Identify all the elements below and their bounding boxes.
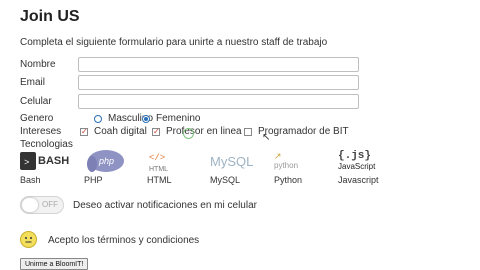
php-elephant-icon: php — [84, 148, 138, 174]
radio-femenino[interactable] — [142, 114, 150, 123]
tech-python[interactable]: ↗ python Python — [274, 148, 328, 186]
tech-name: MySQL — [210, 175, 241, 185]
cursor-highlight — [183, 128, 194, 139]
genero-label: Genero — [20, 113, 54, 124]
tech-logo-text: HTML — [149, 166, 168, 173]
notificaciones-label: Deseo activar notificaciones en mi celul… — [73, 200, 257, 211]
checkbox-coach-digital[interactable] — [80, 127, 88, 136]
nombre-label: Nombre — [20, 59, 56, 70]
python-icon: ↗ python — [274, 151, 299, 171]
genero-option-label: Femenino — [156, 113, 201, 124]
tech-logo-text: {.js} — [338, 150, 372, 162]
page-title: Join US — [20, 8, 80, 25]
tech-logo-text: php — [98, 156, 114, 166]
intereses-label: Intereses — [20, 126, 62, 137]
submit-button[interactable]: Unirme a BloomIT! — [20, 258, 89, 270]
nombre-field[interactable] — [78, 57, 359, 72]
interes-option-label: Coah digital — [94, 126, 147, 137]
mysql-icon: MySQL — [210, 148, 264, 174]
notificaciones-toggle[interactable]: OFF — [20, 196, 64, 214]
mouse-pointer-icon: ↖ — [262, 132, 271, 143]
tech-name: PHP — [84, 175, 103, 185]
email-label: Email — [20, 77, 46, 88]
toggle-knob — [22, 198, 38, 212]
interes-option-programador[interactable]: Programador de BIT — [244, 126, 349, 137]
tech-logo-text: python — [274, 161, 299, 170]
tech-logo-subtext: JavaScript — [338, 162, 376, 171]
html-icon: </> HTML — [147, 148, 201, 174]
interes-option-label: Programador de BIT — [258, 126, 349, 137]
bash-icon: > BASH — [20, 148, 74, 174]
tech-php[interactable]: php PHP — [84, 148, 138, 185]
checkbox-profesor-en-linea[interactable] — [152, 127, 160, 136]
tech-logo-text: MySQL — [210, 153, 254, 169]
page-subtitle: Completa el siguiente formulario para un… — [20, 37, 328, 48]
interes-option-profesor[interactable]: Profesor en linea — [152, 126, 242, 137]
interes-option-coach[interactable]: Coah digital — [80, 126, 147, 137]
tech-mysql[interactable]: MySQL MySQL — [210, 148, 264, 186]
svg-text:>: > — [24, 158, 29, 168]
smiley-icon[interactable] — [20, 231, 37, 248]
tech-javascript[interactable]: {.js} JavaScript Javascript — [338, 148, 398, 185]
toggle-state-text: OFF — [42, 200, 58, 209]
javascript-icon: {.js} JavaScript — [338, 148, 398, 174]
tech-name: Python — [274, 175, 303, 185]
tech-html[interactable]: </> HTML HTML — [147, 148, 201, 185]
tech-name: Bash — [20, 175, 41, 185]
interes-option-label: Profesor en linea — [166, 126, 242, 137]
tech-bash[interactable]: > BASH Bash — [20, 148, 74, 185]
svg-text:</>: </> — [149, 153, 165, 163]
tech-logo-text: BASH — [38, 155, 70, 167]
tech-name: HTML — [147, 175, 172, 185]
celular-field[interactable] — [78, 94, 359, 109]
radio-masculino[interactable] — [94, 114, 102, 123]
tech-name: Javascript — [338, 175, 379, 185]
terminos-label: Acepto los términos y condiciones — [48, 235, 200, 246]
celular-label: Celular — [20, 96, 52, 107]
checkbox-programador-bit[interactable] — [244, 127, 252, 136]
email-field[interactable] — [78, 75, 359, 90]
genero-option-femenino[interactable]: Femenino — [142, 113, 200, 124]
